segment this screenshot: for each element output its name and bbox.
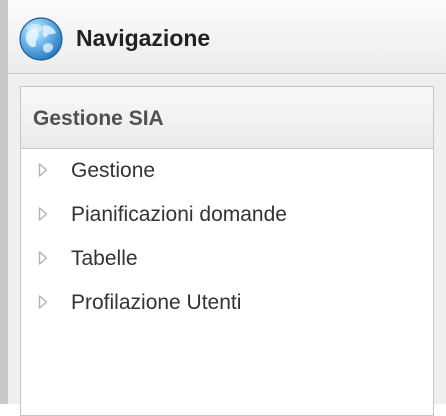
menu-item-tabelle[interactable]: Tabelle: [21, 237, 433, 281]
chevron-right-icon: [38, 295, 48, 309]
menu-item-profilazione-utenti[interactable]: Profilazione Utenti: [21, 281, 433, 325]
menu-item-gestione[interactable]: Gestione: [21, 149, 433, 193]
chevron-right-icon: [38, 163, 48, 177]
globe-icon: [19, 17, 63, 61]
menu-item-label: Tabelle: [71, 247, 138, 270]
section-header[interactable]: Gestione SIA: [21, 87, 433, 149]
chevron-right-icon: [38, 251, 48, 265]
navigation-title: Navigazione: [76, 25, 211, 51]
navigation-header: Navigazione: [8, 0, 446, 74]
section-title: Gestione SIA: [33, 107, 164, 130]
navigation-panel: Navigazione Gestione SIA Gestione Pianif…: [0, 0, 446, 416]
menu-item-label: Gestione: [71, 159, 156, 182]
menu-item-label: Pianificazioni domande: [71, 203, 287, 226]
menu-item-label: Profilazione Utenti: [71, 291, 242, 314]
navigation-menu: Gestione Pianificazioni domande Tabelle …: [21, 149, 433, 325]
menu-item-pianificazioni-domande[interactable]: Pianificazioni domande: [21, 193, 433, 237]
chevron-right-icon: [38, 207, 48, 221]
gestione-sia-box: Gestione SIA Gestione Pianificazioni dom…: [20, 86, 434, 416]
